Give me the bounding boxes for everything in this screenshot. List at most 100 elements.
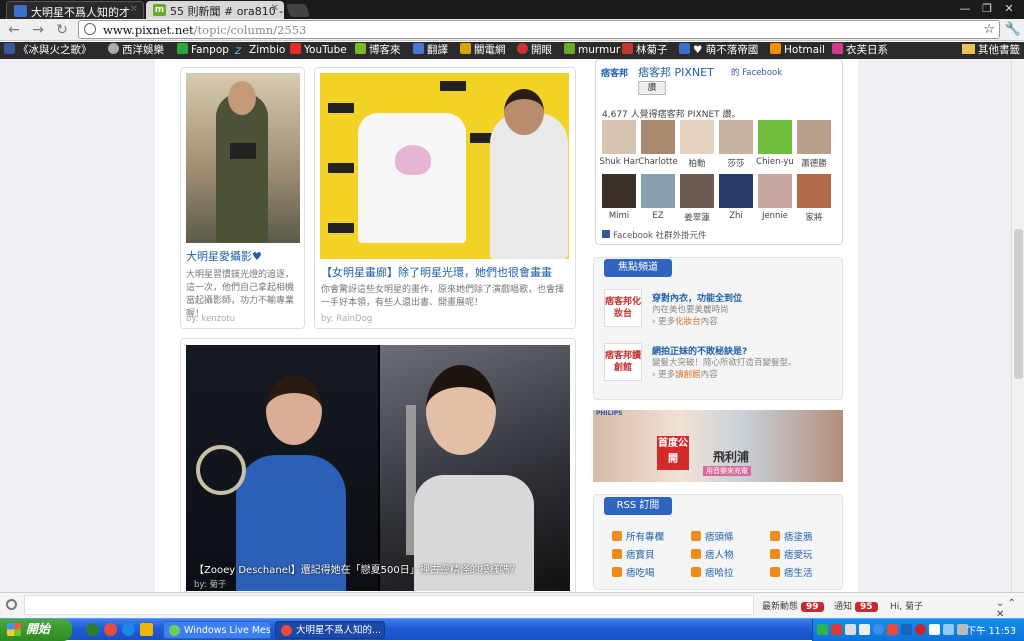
bookmark-item[interactable]: 衣芙日系 [832, 43, 888, 58]
article-author[interactable]: by: 菊子 [194, 578, 226, 590]
tray-icon[interactable] [901, 624, 912, 635]
more-quicklaunch-icon[interactable] [140, 623, 153, 636]
more-link[interactable]: 讀創館 [675, 370, 701, 380]
bookmark-item[interactable]: 博客來 [355, 43, 401, 58]
reload-icon[interactable]: ↻ [53, 22, 71, 38]
bookmark-item[interactable]: Z Zimbio [235, 43, 285, 58]
taskbar-item-messenger[interactable]: Windows Live Messen... [163, 621, 271, 639]
ie-icon[interactable] [122, 623, 135, 636]
address-bar[interactable]: www.pixnet.net/topic/column/2553 ☆ [78, 20, 1000, 39]
facebook-footer[interactable]: Facebook 社群外掛元件 [602, 229, 707, 241]
fan-name[interactable]: 柏勳 [676, 157, 718, 169]
minimize-icon[interactable]: — [955, 2, 975, 15]
toolbar-controls[interactable]: ⌄ ⌃ ✕ [996, 598, 1024, 620]
fan-avatar[interactable] [758, 120, 792, 154]
fan-name[interactable]: 姜翠蓮 [676, 211, 718, 223]
page-scrollbar[interactable] [1011, 59, 1024, 592]
forward-icon[interactable]: → [29, 22, 47, 38]
rss-item[interactable]: 痞寶貝 [612, 547, 655, 561]
fan-name[interactable]: Zhi [715, 211, 757, 221]
focus-item-more[interactable]: › 更多讀創館內容 [652, 369, 718, 381]
bookmark-item[interactable]: 林菊子 [622, 43, 668, 58]
fan-name[interactable]: Shuk Har [598, 157, 640, 167]
rss-item[interactable]: 痞頭條 [691, 529, 734, 543]
fan-avatar[interactable] [797, 120, 831, 154]
article-author[interactable]: by: kenzotu [186, 314, 235, 324]
volume-icon[interactable] [943, 624, 954, 635]
bookmark-item[interactable]: ♥ 萌不落帝國 [679, 43, 758, 58]
tray-icon[interactable] [817, 624, 828, 635]
fan-avatar[interactable] [797, 174, 831, 208]
facebook-page-name[interactable]: 痞客邦 PIXNET [638, 64, 714, 80]
bookmark-item[interactable]: 翻譯 [413, 43, 448, 58]
maximize-icon[interactable]: ❐ [977, 2, 997, 15]
bookmark-item[interactable]: 關電網 [460, 43, 506, 58]
article-card[interactable]: 【Zooey Deschanel】還記得她在「戀夏500日」裡古靈精怪的模樣嗎？… [180, 338, 576, 592]
fan-name[interactable]: 莎莎 [715, 157, 757, 169]
user-greeting[interactable]: Hi, 菊子 [890, 599, 923, 612]
wrench-menu-icon[interactable]: 🔧 [1005, 22, 1021, 37]
ad-banner[interactable]: PHILIPS 首度公開 飛利浦 用音樂來充電 [593, 410, 843, 482]
article-author[interactable]: by: RainDog [321, 314, 372, 324]
search-icon[interactable] [6, 599, 17, 610]
rss-item[interactable]: 痞吃喝 [612, 565, 655, 579]
fan-name[interactable]: Charlotte [637, 157, 679, 167]
article-card[interactable]: 大明星愛攝影♥ 大明星習慣鎂光燈的追逐，這一次，他們自己拿起相機當起攝影師，功力… [180, 67, 305, 329]
article-photo[interactable]: 【Zooey Deschanel】還記得她在「戀夏500日」裡古靈精怪的模樣嗎？… [186, 345, 570, 591]
start-button[interactable]: 開始 [0, 619, 72, 641]
reading-channel-icon[interactable]: 痞客邦讀創館 [604, 343, 642, 381]
tray-icon[interactable] [887, 624, 898, 635]
fan-avatar[interactable] [602, 174, 636, 208]
bookmark-star-icon[interactable]: ☆ [983, 22, 995, 37]
other-bookmarks[interactable]: 其他書籤 [962, 43, 1020, 58]
tray-icon[interactable] [859, 624, 870, 635]
makeup-channel-icon[interactable]: 痞客邦化妝台 [604, 289, 642, 327]
close-tab-icon[interactable]: ✕ [271, 3, 279, 14]
article-title[interactable]: 【Zooey Deschanel】還記得她在「戀夏500日」裡古靈精怪的模樣嗎？ [194, 561, 520, 576]
focus-item-title[interactable]: 穿對內衣，功能全到位 [652, 291, 742, 304]
fan-name[interactable]: Jennie [754, 211, 796, 221]
fan-avatar[interactable] [680, 174, 714, 208]
fan-avatar[interactable] [719, 174, 753, 208]
tray-icon[interactable] [915, 624, 926, 635]
tray-icon[interactable] [831, 624, 842, 635]
bookmark-item[interactable]: 西洋娛樂 [108, 43, 164, 58]
fan-name[interactable]: Chien-yu [754, 157, 796, 167]
fan-avatar[interactable] [758, 174, 792, 208]
rss-item[interactable]: 痞塗鴉 [770, 529, 813, 543]
article-photo[interactable] [186, 73, 300, 243]
fan-avatar[interactable] [680, 120, 714, 154]
article-photo[interactable] [320, 73, 569, 259]
tab-inactive[interactable]: m 55 則新聞 # ora810 - ✕ [146, 1, 284, 19]
bookmark-item[interactable]: murmur [564, 43, 620, 58]
tab-active[interactable]: 大明星不爲人知的才 ✕ [6, 1, 144, 19]
bookmark-item[interactable]: YouTube [290, 43, 347, 58]
rss-item[interactable]: 痞人物 [691, 547, 734, 561]
focus-item-title[interactable]: 網拍正妹的不敗秘訣是? [652, 344, 747, 357]
fan-name[interactable]: 蕭德勝 [793, 157, 835, 169]
fan-name[interactable]: EZ [637, 211, 679, 221]
scrollbar-thumb[interactable] [1014, 229, 1023, 379]
rss-item[interactable]: 痞生活 [770, 565, 813, 579]
tray-icon[interactable] [929, 624, 940, 635]
article-card[interactable]: 【女明星畫廊】除了明星光環，她們也很會畫畫 你會驚訝這些女明星的畫作，原來她們除… [314, 67, 576, 329]
facebook-like-button[interactable]: 讚 [638, 81, 666, 95]
more-link[interactable]: 化妝台 [675, 317, 701, 327]
article-title[interactable]: 大明星愛攝影♥ [186, 249, 301, 264]
new-tab-button[interactable] [285, 4, 311, 17]
fan-avatar[interactable] [641, 174, 675, 208]
bookmark-item[interactable]: 《冰與火之歌》 [4, 43, 92, 58]
latest-activity[interactable]: 最新動態 99 [762, 599, 824, 612]
facebook-on-label[interactable]: 的 Facebook [731, 66, 782, 78]
desktop-icon[interactable] [86, 623, 99, 636]
tray-icon[interactable] [845, 624, 856, 635]
back-icon[interactable]: ← [5, 22, 23, 38]
rss-item[interactable]: 痞哈拉 [691, 565, 734, 579]
bookmark-item[interactable]: Hotmail [770, 43, 825, 58]
focus-item-more[interactable]: › 更多化妝台內容 [652, 316, 718, 328]
taskbar-item-chrome[interactable]: 大明星不爲人知的... [275, 621, 385, 639]
rss-item[interactable]: 所有專欄 [612, 529, 664, 543]
fan-avatar[interactable] [602, 120, 636, 154]
fan-name[interactable]: Mimi [598, 211, 640, 221]
tray-icon[interactable] [873, 624, 884, 635]
